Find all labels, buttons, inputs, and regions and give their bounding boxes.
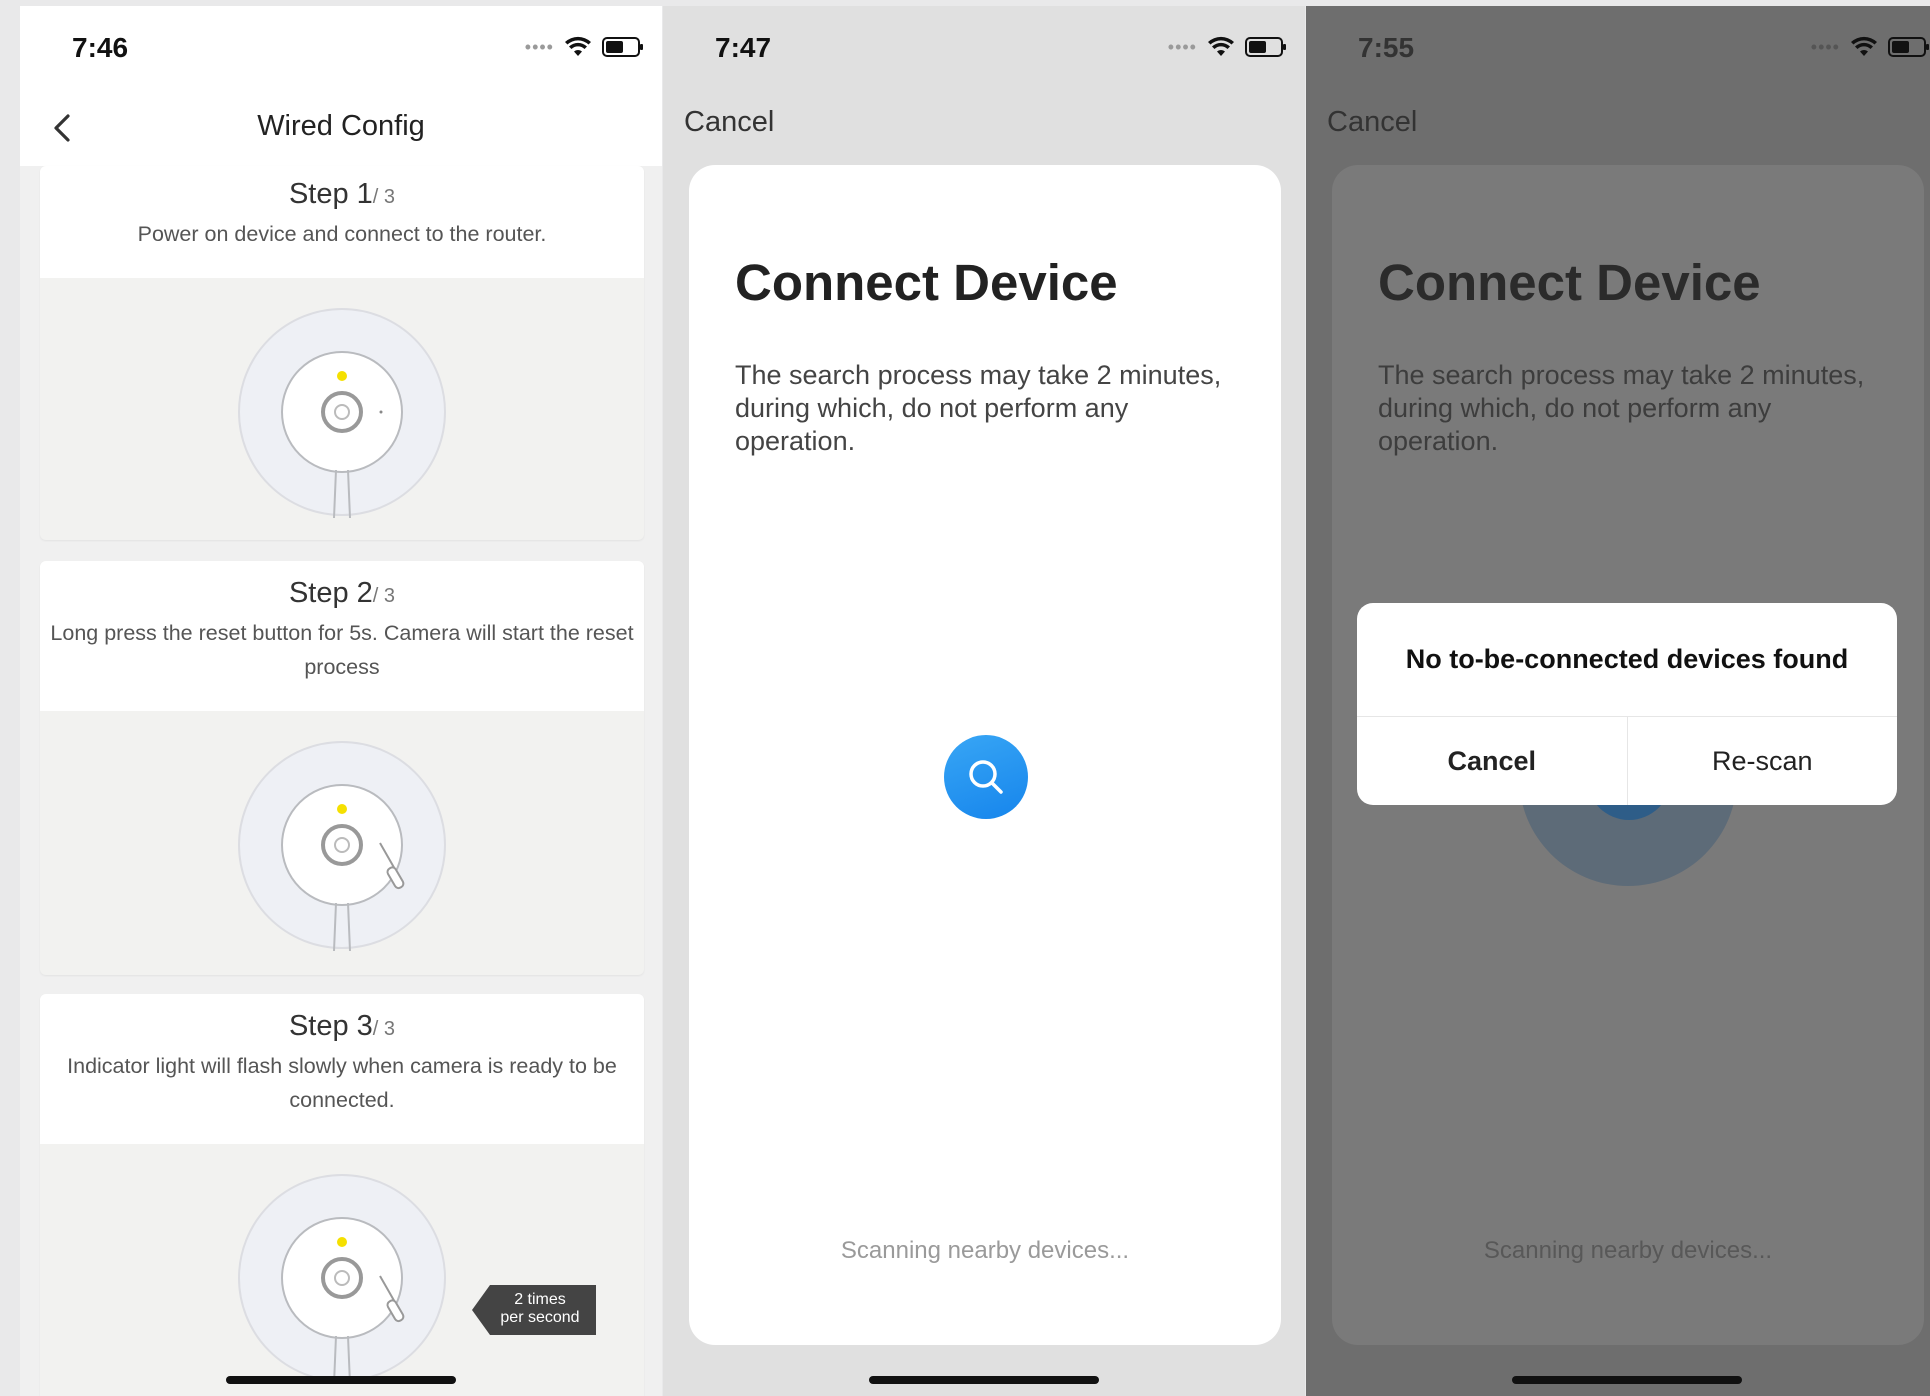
step-description: Indicator light will flash slowly when c…: [67, 1054, 617, 1112]
connect-device-screen: 7:47 •••• Cancel Connect Device The sear…: [663, 6, 1305, 1396]
search-button: [944, 735, 1028, 819]
signal-icon: ••••: [1167, 37, 1197, 57]
status-time: 7:46: [72, 32, 129, 63]
step-total: / 3: [372, 186, 396, 208]
status-indicators: ••••: [524, 36, 643, 58]
cancel-button[interactable]: Cancel: [684, 106, 774, 139]
battery-icon: [1245, 37, 1286, 57]
wifi-icon: [565, 36, 591, 56]
step-header: Step 1/ 3 Power on device and connect to…: [40, 166, 644, 278]
blink-rate-line1: 2 times: [514, 1291, 566, 1308]
dialog-cancel-button[interactable]: Cancel: [1357, 717, 1628, 805]
step-title: Step 1: [288, 178, 373, 210]
step-card: Step 1/ 3 Power on device and connect to…: [40, 166, 644, 540]
home-indicator[interactable]: [1512, 1376, 1742, 1384]
status-indicators: ••••: [1810, 36, 1929, 58]
dialog-message: No to-be-connected devices found: [1357, 603, 1897, 717]
step-total: / 3: [372, 585, 396, 607]
sheet-title: Connect Device: [735, 254, 1118, 311]
nav-bar: Wired Config: [20, 86, 662, 166]
status-indicators: ••••: [1167, 36, 1286, 58]
camera-illustration: [40, 278, 644, 540]
screenshot-stage: 7:46 •••• Wired Config Step 1/ 3 Power o…: [0, 0, 1930, 1396]
signal-icon: ••••: [524, 37, 554, 57]
connect-sheet: Connect Device The search process may ta…: [689, 165, 1281, 1345]
camera-reset-icon: [238, 741, 446, 951]
camera-icon: [238, 308, 446, 518]
battery-icon: [602, 37, 643, 57]
status-time: 7:47: [715, 32, 772, 63]
cancel-button: Cancel: [1327, 106, 1418, 138]
home-indicator[interactable]: [226, 1376, 456, 1384]
no-devices-dialog: No to-be-connected devices found Cancel …: [1357, 603, 1897, 805]
step-card: Step 3/ 3 Indicator light will flash slo…: [40, 994, 644, 1396]
step-total: / 3: [372, 1018, 396, 1040]
status-bar: 7:46 ••••: [20, 6, 662, 86]
sheet-description: The search process may take 2 minutes, d…: [735, 360, 1222, 456]
step-title: Step 3: [288, 1010, 373, 1042]
blink-rate-label: 2 times per second: [472, 1285, 596, 1335]
battery-icon: [1888, 37, 1929, 57]
step-header: Step 3/ 3 Indicator light will flash slo…: [40, 994, 644, 1144]
wifi-icon: [1208, 36, 1234, 56]
scanning-status: Scanning nearby devices...: [1483, 1237, 1773, 1264]
rescan-button[interactable]: Re-scan: [1628, 717, 1898, 805]
camera-illustration: [40, 711, 644, 975]
search-icon: [969, 760, 1003, 794]
steps-list[interactable]: Step 1/ 3 Power on device and connect to…: [20, 166, 662, 1396]
status-bar: 7:47 ••••: [663, 6, 1305, 86]
sheet-description: The search process may take 2 minutes, d…: [1378, 360, 1865, 456]
status-bar: 7:55 ••••: [1306, 6, 1930, 86]
dialog-buttons: Cancel Re-scan: [1357, 717, 1897, 805]
step-description: Power on device and connect to the route…: [137, 222, 547, 246]
blink-rate-line2: per second: [500, 1309, 580, 1326]
signal-icon: ••••: [1810, 37, 1840, 57]
wifi-icon: [1851, 36, 1877, 56]
step-header: Step 2/ 3 Long press the reset button fo…: [40, 561, 644, 711]
wired-config-screen: 7:46 •••• Wired Config Step 1/ 3 Power o…: [20, 6, 662, 1396]
connect-device-dialog-screen: 7:55 •••• Cancel Connect Device The sear…: [1306, 6, 1930, 1396]
step-title: Step 2: [288, 577, 373, 609]
scanning-status: Scanning nearby devices...: [840, 1237, 1130, 1264]
home-indicator[interactable]: [869, 1376, 1099, 1384]
page-title: Wired Config: [257, 110, 425, 142]
sheet-title: Connect Device: [1378, 254, 1761, 311]
step-description: Long press the reset button for 5s. Came…: [50, 621, 634, 679]
status-time: 7:55: [1358, 32, 1415, 63]
camera-blinking-icon: [238, 1174, 446, 1384]
step-card: Step 2/ 3 Long press the reset button fo…: [40, 561, 644, 975]
camera-illustration: 2 times per second: [40, 1144, 644, 1396]
